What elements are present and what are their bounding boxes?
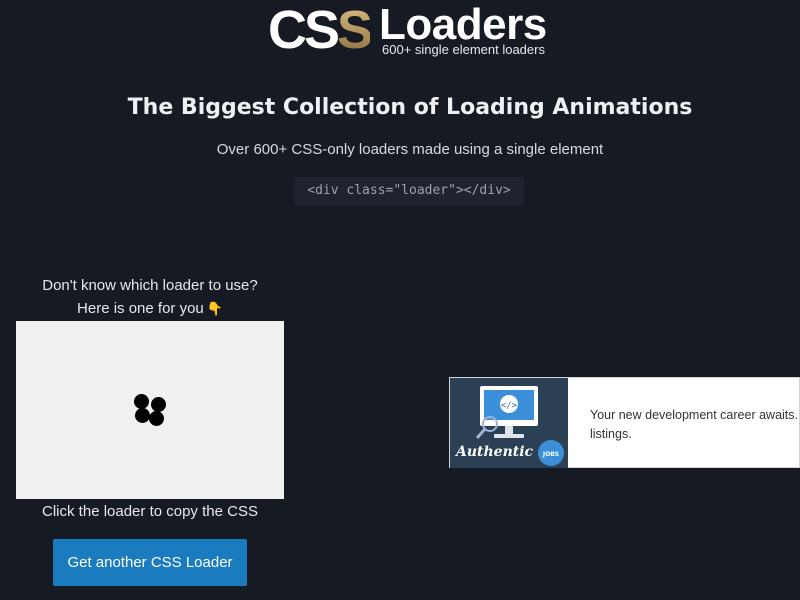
page-headline: The Biggest Collection of Loading Animat…	[127, 95, 693, 120]
loader-animation[interactable]	[134, 394, 168, 428]
get-another-loader-button[interactable]: Get another CSS Loader	[53, 539, 247, 586]
copy-hint: Click the loader to copy the CSS	[42, 503, 258, 520]
logo-css-mark: CSS	[268, 0, 373, 60]
ad-text[interactable]: Your new development career awaits. list…	[590, 406, 800, 444]
ad-card[interactable]: </> Authentic JOBS Your new development …	[449, 377, 800, 468]
ad-image[interactable]: </> Authentic JOBS	[450, 378, 568, 468]
loader-dot	[135, 408, 150, 423]
picker-question: Don't know which loader to use?	[42, 277, 258, 294]
loader-dot	[149, 411, 164, 426]
svg-text:</>: </>	[501, 401, 518, 411]
ad-wordmark: Authentic	[454, 444, 534, 460]
ad-illustration: </> Authentic JOBS	[450, 378, 568, 468]
logo-css-letters: CS	[268, 0, 340, 60]
page-subheadline: Over 600+ CSS-only loaders made using a …	[216, 141, 604, 158]
logo-css-s: S	[337, 0, 373, 60]
picker-offer: Here is one for you 👇	[16, 300, 284, 317]
ad-badge-text: JOBS	[542, 451, 559, 458]
picker-offer-text: Here is one for you	[77, 300, 204, 317]
loader-dot	[134, 394, 149, 409]
code-snippet: <div class="loader"></div>	[294, 177, 524, 205]
logo-subtitle: 600+ single element loaders	[382, 42, 545, 57]
loader-dot	[151, 397, 166, 412]
pointing-down-hand-icon: 👇	[206, 301, 223, 316]
site-logo[interactable]: CSS Loaders 600+ single element loaders	[0, 0, 800, 60]
